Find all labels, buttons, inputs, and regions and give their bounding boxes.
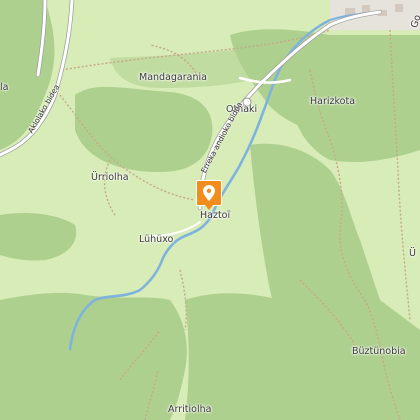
place-label-urriolha: Ürriolha (91, 172, 129, 183)
place-label-buztunobia: Büztünobia (352, 346, 406, 357)
map-canvas[interactable]: Mandagarania Othaki Harizkota Ürriolha H… (0, 0, 420, 420)
place-label-mandagarania: Mandagarania (139, 72, 207, 83)
place-label-edge-left: la (0, 82, 9, 93)
place-label-harizkota: Harizkota (310, 96, 356, 107)
location-marker[interactable] (196, 180, 222, 206)
location-marker-pointer (205, 205, 213, 210)
place-label-edge-right: Ü (409, 248, 416, 259)
place-label-luhuxo: Lühüxo (139, 234, 174, 245)
place-label-arritiolha: Arritiolha (168, 404, 212, 415)
map-pin-icon (203, 185, 215, 201)
place-label-haztoi: Haztoï (200, 210, 231, 221)
